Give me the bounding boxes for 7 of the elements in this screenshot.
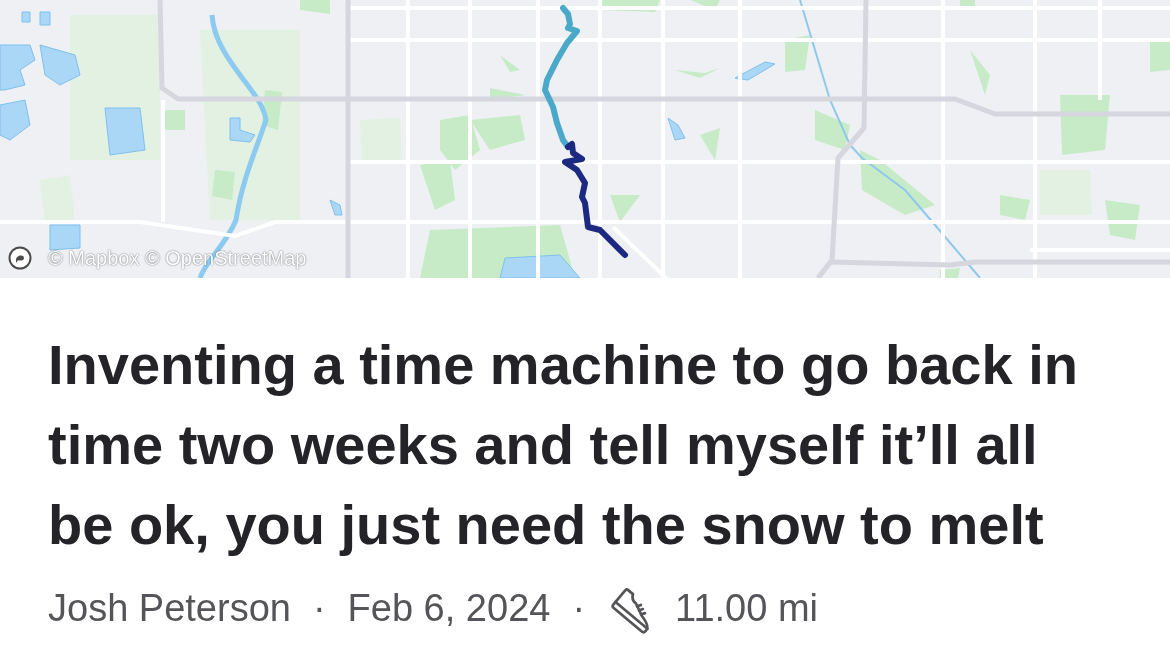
separator-dot: · bbox=[312, 586, 326, 630]
separator-dot: · bbox=[572, 586, 586, 630]
map-logo-icon bbox=[8, 246, 32, 270]
athlete-name: Josh Peterson bbox=[48, 586, 291, 630]
activity-title: Inventing a time machine to go back in time two weeks and tell myself it’ll all be ok, you just need the snow to melt bbox=[48, 332, 1079, 558]
activity-date: Feb 6, 2024 bbox=[347, 586, 551, 630]
distance-text: 11.00 mi bbox=[675, 586, 818, 630]
